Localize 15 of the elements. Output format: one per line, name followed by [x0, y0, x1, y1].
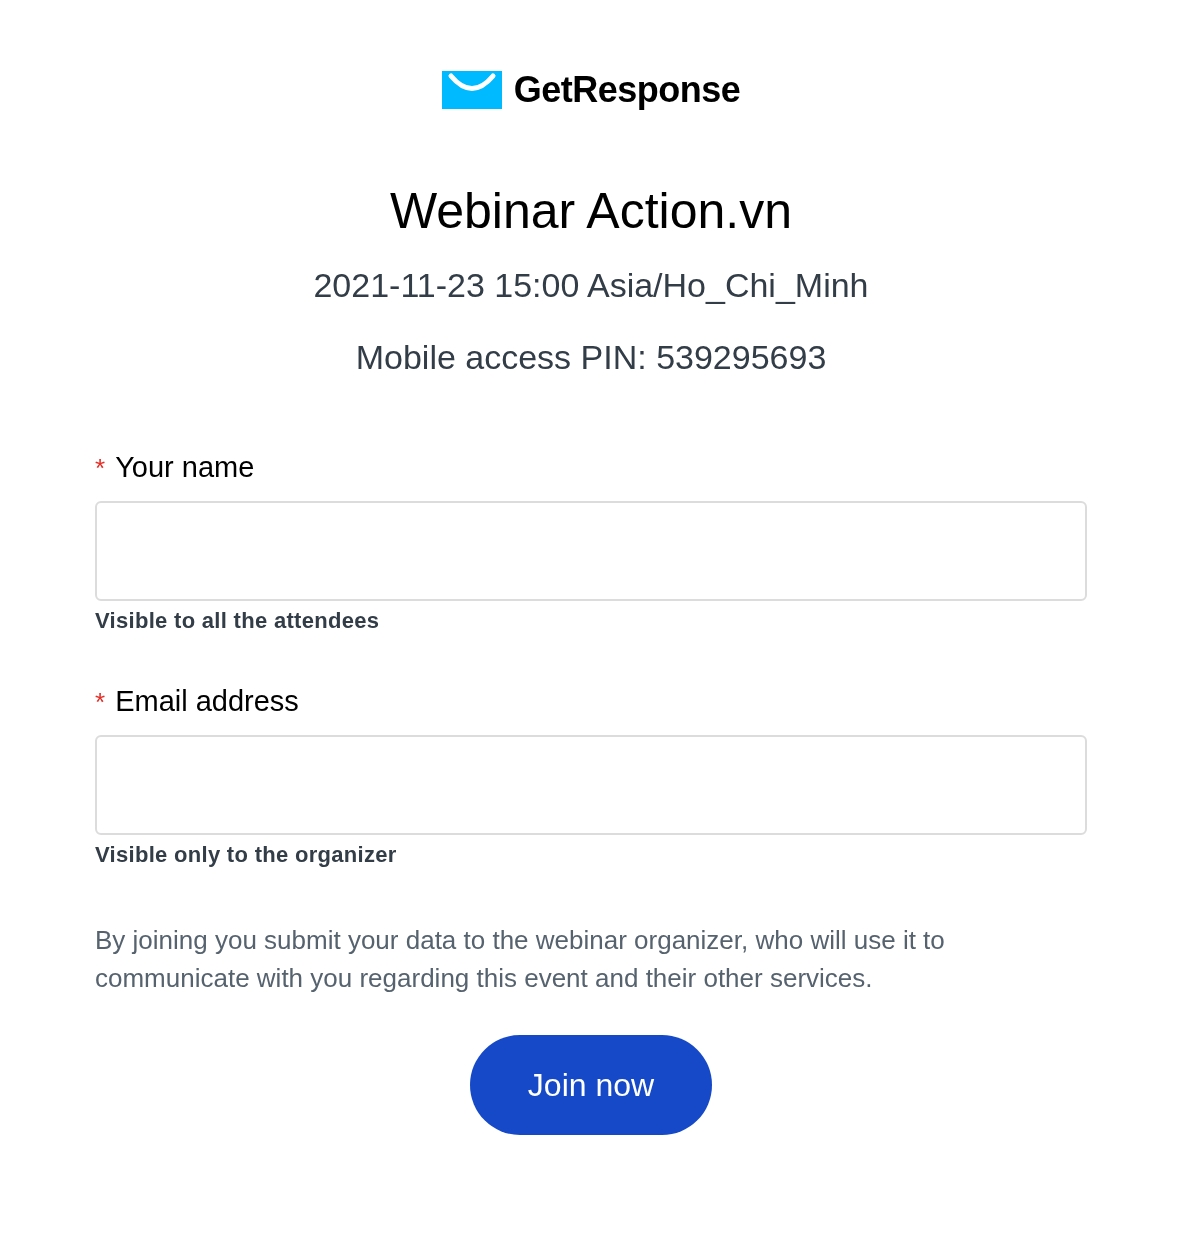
required-mark: * — [95, 686, 106, 719]
mobile-pin: Mobile access PIN: 539295693 — [355, 337, 827, 378]
logo-icon — [441, 71, 502, 109]
consent-text: By joining you submit your data to the webinar organizer, who will use it to communicate with you regarding this event and their other services. — [95, 924, 946, 995]
webinar-date: 2021-11-23 15:00 Asia/Ho_Chi_Minh — [313, 265, 869, 306]
field-hint: Visible only to the organizer — [95, 841, 398, 869]
input-field[interactable] — [95, 735, 1087, 835]
field-label: Email address — [115, 684, 299, 719]
field-hint: Visible to all the attendees — [95, 607, 381, 635]
required-mark: * — [95, 452, 106, 485]
input-field[interactable] — [95, 501, 1087, 601]
logo-text: GetResponse — [513, 72, 741, 108]
webinar-title: Webinar Action.vn — [389, 182, 793, 241]
field-label: Your name — [115, 450, 255, 485]
join-button[interactable]: Join now — [470, 1035, 712, 1135]
